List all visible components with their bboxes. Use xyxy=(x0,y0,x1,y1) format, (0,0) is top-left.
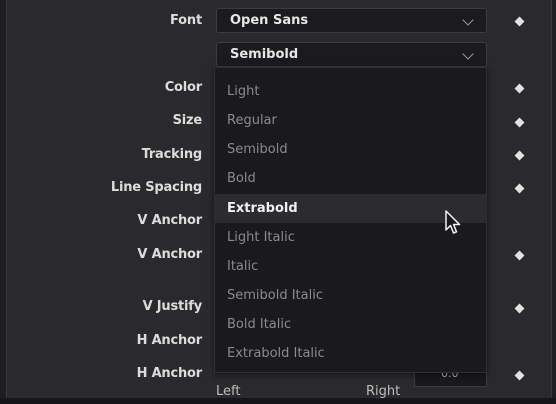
h-anchor-left-option[interactable]: Left xyxy=(216,384,240,399)
menu-item-semibold-italic[interactable]: Semibold Italic xyxy=(215,281,486,310)
v-justify-label: V Justify xyxy=(142,299,203,314)
h-anchor-right-option[interactable]: Right xyxy=(366,384,400,399)
font-style-value: Semibold xyxy=(230,47,299,62)
chevron-down-icon xyxy=(462,48,474,60)
h-anchor-value-field[interactable]: 0.0 xyxy=(414,367,487,387)
size-label: Size xyxy=(172,113,203,128)
mouse-pointer-icon xyxy=(445,210,461,234)
menu-item-regular[interactable]: Regular xyxy=(215,106,486,135)
menu-item-semibold[interactable]: Semibold xyxy=(215,135,486,164)
menu-item-italic[interactable]: Italic xyxy=(215,252,486,281)
h-anchor-label-2: H Anchor xyxy=(136,366,203,381)
chevron-down-icon xyxy=(462,14,474,26)
font-family-select[interactable]: Open Sans xyxy=(216,8,487,33)
menu-item-light[interactable]: Light xyxy=(215,77,486,106)
font-style-select[interactable]: Semibold xyxy=(216,42,487,67)
menu-item-extrabold-italic[interactable]: Extrabold Italic xyxy=(215,339,486,368)
v-anchor-label: V Anchor xyxy=(137,213,202,228)
color-label: Color xyxy=(164,80,202,95)
menu-item-bold-italic[interactable]: Bold Italic xyxy=(215,310,486,339)
font-family-value: Open Sans xyxy=(230,13,309,28)
h-anchor-label: H Anchor xyxy=(136,333,203,348)
menu-item-bold[interactable]: Bold xyxy=(215,164,486,193)
v-anchor-label-2: V Anchor xyxy=(137,247,202,262)
font-label: Font xyxy=(170,13,202,28)
panel-bottom-edge xyxy=(0,398,556,404)
line-spacing-label: Line Spacing xyxy=(110,180,202,195)
tracking-label: Tracking xyxy=(141,147,203,162)
